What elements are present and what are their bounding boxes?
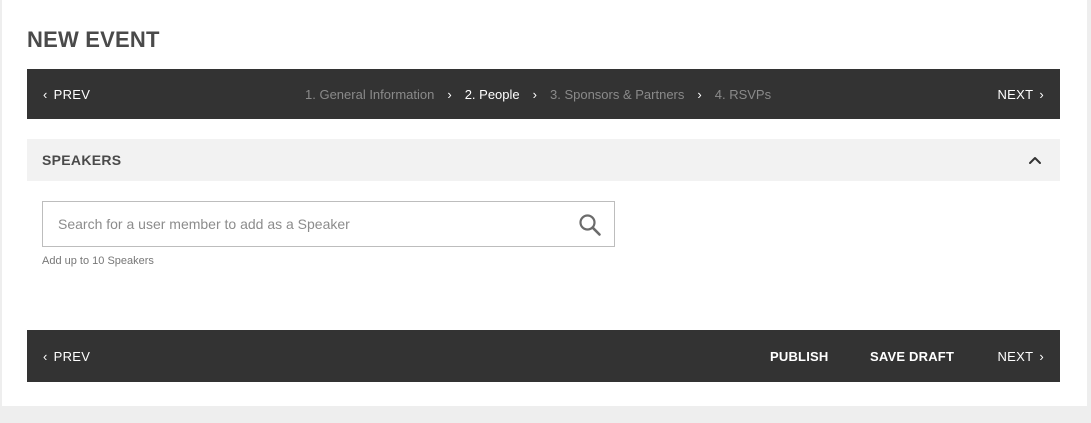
next-label: NEXT: [997, 348, 1034, 364]
chevron-right-icon: ›: [1039, 348, 1044, 364]
save-draft-button[interactable]: SAVE DRAFT: [870, 330, 954, 382]
prev-label: PREV: [53, 86, 91, 102]
step-rsvps[interactable]: 4. RSVPs: [715, 87, 771, 102]
step-sponsors-partners[interactable]: 3. Sponsors & Partners: [550, 87, 684, 102]
prev-label: PREV: [53, 348, 91, 364]
next-label: NEXT: [997, 86, 1034, 102]
speaker-search-box: [42, 201, 615, 247]
chevron-right-icon: ›: [532, 86, 537, 102]
speakers-section-header[interactable]: SPEAKERS: [27, 139, 1060, 181]
wizard-steps: 1. General Information › 2. People › 3. …: [305, 69, 771, 119]
chevron-left-icon: ‹: [43, 348, 48, 364]
speakers-section-title: SPEAKERS: [42, 152, 122, 168]
speaker-limit-help-text: Add up to 10 Speakers: [42, 255, 154, 267]
publish-button[interactable]: PUBLISH: [770, 330, 828, 382]
wizard-nav-top: ‹ PREV 1. General Information › 2. Peopl…: [27, 69, 1060, 119]
chevron-right-icon: ›: [1039, 86, 1044, 102]
next-button-bottom[interactable]: NEXT ›: [997, 330, 1044, 382]
prev-button-bottom[interactable]: ‹ PREV: [43, 330, 90, 382]
page-title: NEW EVENT: [27, 27, 160, 52]
speaker-search-input[interactable]: [43, 202, 563, 246]
search-icon[interactable]: [578, 213, 602, 237]
step-general-information[interactable]: 1. General Information: [305, 87, 434, 102]
chevron-right-icon: ›: [447, 86, 452, 102]
wizard-nav-bottom: ‹ PREV PUBLISH SAVE DRAFT NEXT ›: [27, 330, 1060, 382]
prev-button-top[interactable]: ‹ PREV: [43, 69, 90, 119]
next-button-top[interactable]: NEXT ›: [997, 69, 1044, 119]
chevron-right-icon: ›: [697, 86, 702, 102]
chevron-left-icon: ‹: [43, 86, 48, 102]
step-people[interactable]: 2. People: [465, 87, 520, 102]
chevron-up-icon[interactable]: [1028, 153, 1042, 167]
